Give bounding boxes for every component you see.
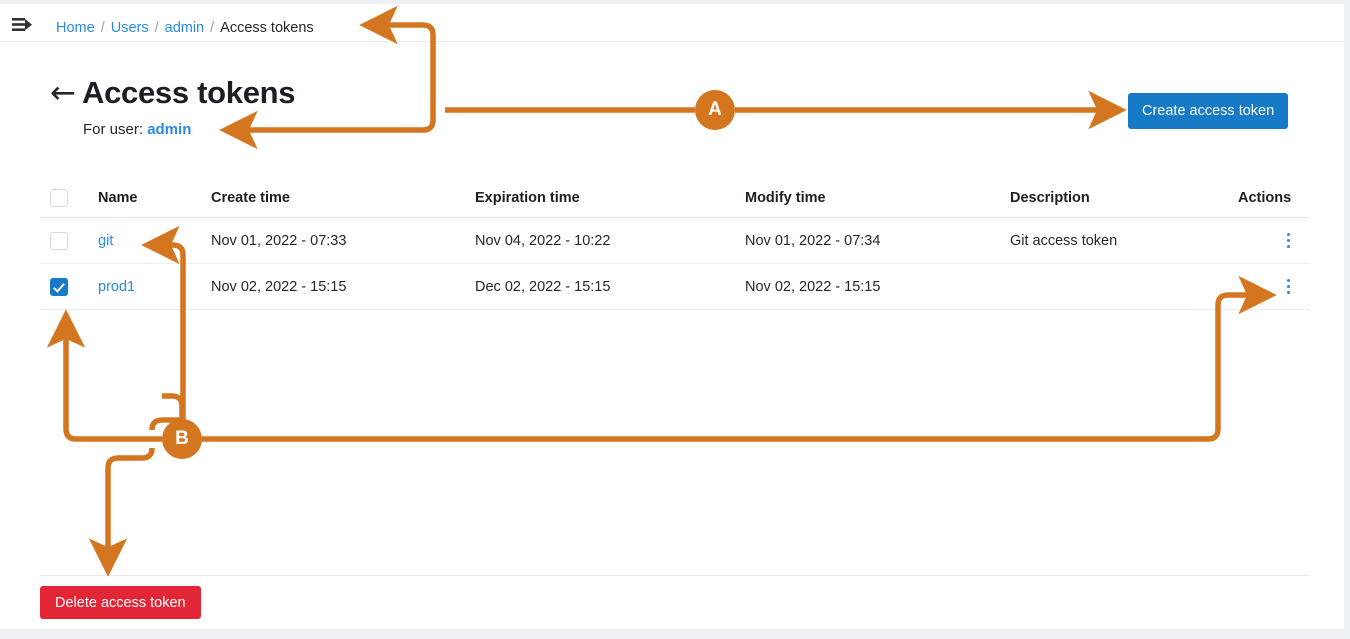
row-name-cell-git: git <box>98 233 211 249</box>
row-name-git[interactable]: git <box>98 233 113 249</box>
breadcrumb-current: Access tokens <box>220 20 314 36</box>
table-header-row: Name Create time Expiration time Modify … <box>40 178 1310 218</box>
row-name-cell-prod1: prod1 <box>98 279 211 295</box>
row-expiration-time-prod1: Dec 02, 2022 - 15:15 <box>475 278 611 295</box>
row-name-prod1[interactable]: prod1 <box>98 279 135 295</box>
column-header-actions: Actions <box>1238 189 1292 206</box>
row-expiration-time-git: Nov 04, 2022 - 10:22 <box>475 232 611 249</box>
for-user-label: For user: admin <box>83 120 191 139</box>
annotation-badge-b: B <box>162 419 202 459</box>
column-header-modify-time[interactable]: Modify time <box>745 190 1010 206</box>
back-arrow-icon[interactable]: ← <box>50 78 76 109</box>
annotation-badge-a: A <box>695 90 735 130</box>
breadcrumb-separator: / <box>100 20 105 36</box>
window-right-strip <box>1344 0 1350 629</box>
page-title: Access tokens <box>82 75 296 110</box>
table-row: prod1 Nov 02, 2022 - 15:15 Dec 02, 2022 … <box>40 264 1310 310</box>
column-header-name[interactable]: Name <box>98 190 211 206</box>
annotation-b-to-actions <box>202 275 1277 442</box>
access-tokens-page: Home / Users / admin / Access tokens ← Access … <box>0 0 1350 639</box>
breadcrumb-item-admin[interactable]: admin <box>165 20 205 36</box>
annotation-a-to-for-user <box>219 110 436 150</box>
row-modify-time-prod1: Nov 02, 2022 - 15:15 <box>745 278 881 295</box>
annotation-b-to-delete-button <box>88 447 155 577</box>
row-select-cell-prod1 <box>40 277 98 296</box>
row-create-time-git: Nov 01, 2022 - 07:33 <box>211 232 347 249</box>
row-actions-git[interactable] <box>1286 230 1290 251</box>
row-create-time-prod1: Nov 02, 2022 - 15:15 <box>211 278 347 295</box>
breadcrumb-item-home[interactable]: Home <box>56 20 95 36</box>
access-tokens-table: Name Create time Expiration time Modify … <box>40 178 1310 310</box>
column-header-expiration-time[interactable]: Expiration time <box>475 190 745 206</box>
row-actions-cell-prod1 <box>1238 276 1310 297</box>
column-header-create-time[interactable]: Create time <box>211 190 475 206</box>
for-user-prefix: For user: <box>83 121 144 138</box>
breadcrumb-item-users[interactable]: Users <box>111 20 149 36</box>
breadcrumb-separator: / <box>154 20 159 36</box>
sidebar-expand-icon[interactable] <box>11 16 33 34</box>
row-select-cell-git <box>40 231 98 250</box>
row-modify-time-git: Nov 01, 2022 - 07:34 <box>745 232 881 249</box>
annotation-b-stub-up <box>162 393 185 419</box>
row-checkbox-git[interactable] <box>50 231 68 250</box>
top-bar: Home / Users / admin / Access tokens <box>0 4 1344 42</box>
for-user-admin[interactable]: admin <box>147 121 191 138</box>
breadcrumb: Home / Users / admin / Access tokens <box>56 19 314 37</box>
row-checkbox-prod1[interactable] <box>50 277 68 296</box>
delete-access-token-button[interactable]: Delete access token <box>40 586 201 619</box>
breadcrumb-separator: / <box>210 20 215 36</box>
row-description-git: Git access token <box>1010 232 1118 249</box>
select-all-cell <box>40 188 98 207</box>
window-bottom-strip <box>0 629 1350 639</box>
table-row: git Nov 01, 2022 - 07:33 Nov 04, 2022 - … <box>40 218 1310 264</box>
column-header-description[interactable]: Description <box>1010 190 1238 206</box>
row-actions-prod1[interactable] <box>1286 276 1290 297</box>
select-all-checkbox[interactable] <box>50 188 68 207</box>
create-access-token-button[interactable]: Create access token <box>1128 93 1289 129</box>
row-actions-cell-git <box>1238 230 1310 251</box>
footer-divider <box>40 575 1310 576</box>
annotation-b-to-checkbox <box>46 309 162 442</box>
